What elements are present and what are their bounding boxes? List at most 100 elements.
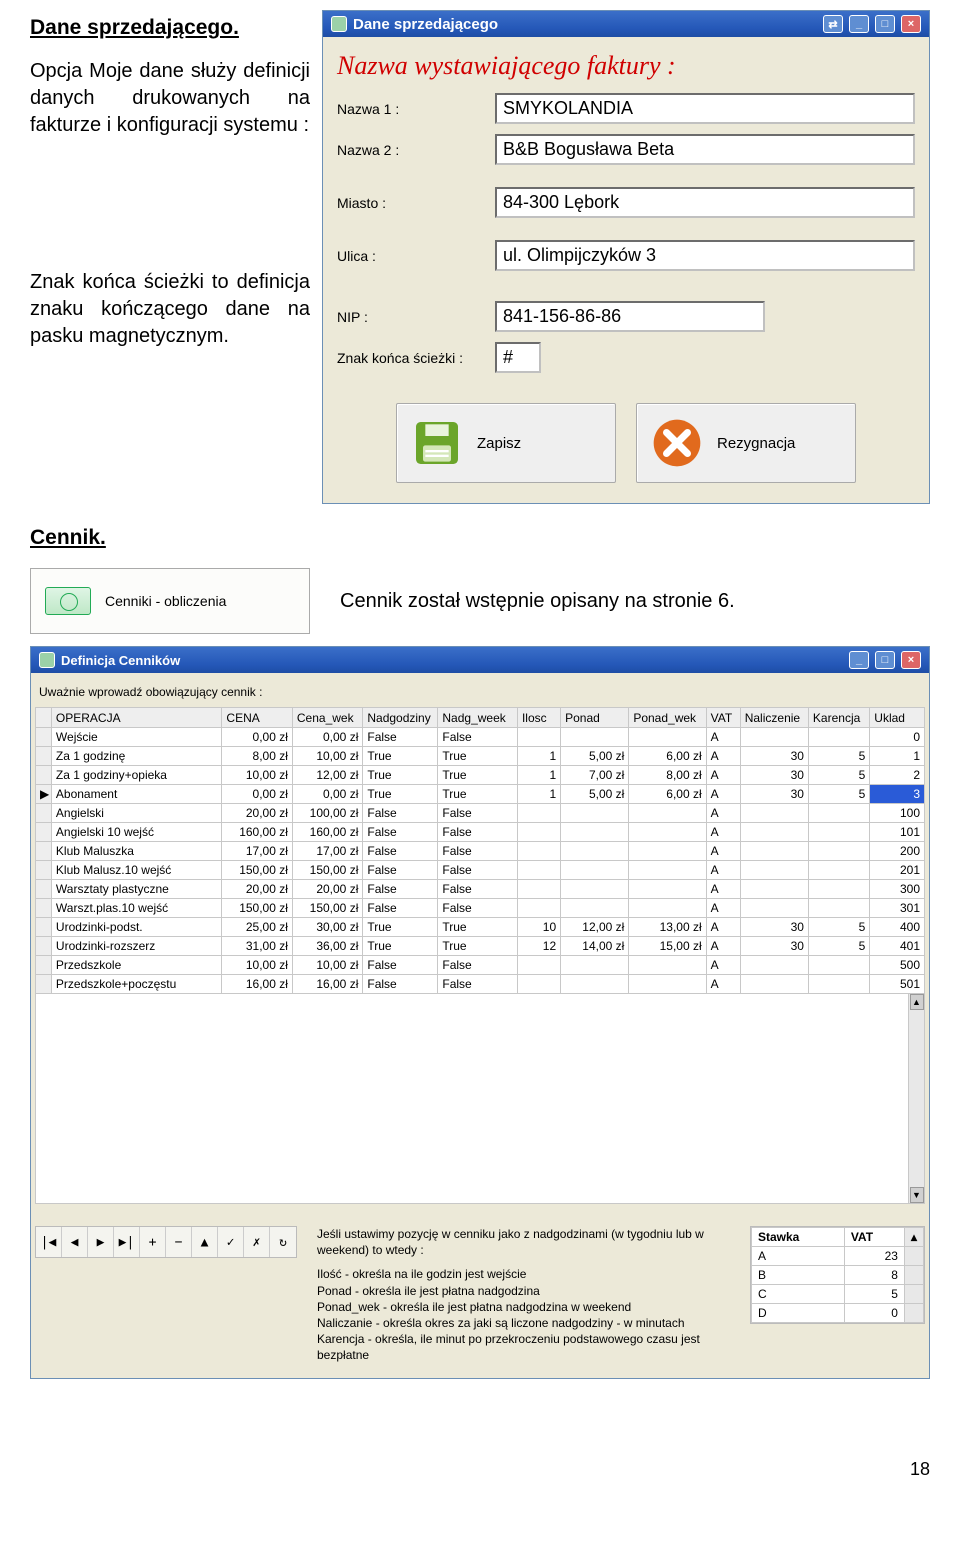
cell[interactable]: A xyxy=(706,880,740,899)
cell[interactable] xyxy=(561,804,629,823)
cell[interactable]: False xyxy=(438,804,518,823)
cell[interactable]: A xyxy=(706,975,740,994)
col-header[interactable]: VAT xyxy=(706,708,740,728)
cell[interactable]: Angielski 10 wejść xyxy=(51,823,222,842)
cell[interactable] xyxy=(36,747,52,766)
cell[interactable]: 150,00 zł xyxy=(222,861,292,880)
cell[interactable]: Angielski xyxy=(51,804,222,823)
table-row[interactable]: Przedszkole10,00 zł10,00 złFalseFalseA50… xyxy=(36,956,925,975)
cell[interactable] xyxy=(740,956,808,975)
cell[interactable]: False xyxy=(438,823,518,842)
cell[interactable]: False xyxy=(363,728,438,747)
cell[interactable] xyxy=(36,804,52,823)
cennik-button[interactable]: Cenniki - obliczenia xyxy=(30,568,310,634)
cell[interactable] xyxy=(561,728,629,747)
cell[interactable]: Przedszkole+poczęstu xyxy=(51,975,222,994)
input-nazwa1[interactable]: SMYKOLANDIA xyxy=(495,93,915,124)
cell[interactable]: 30 xyxy=(740,937,808,956)
cell[interactable]: A xyxy=(706,956,740,975)
close-icon[interactable]: × xyxy=(901,651,921,669)
cell[interactable] xyxy=(517,899,560,918)
cell[interactable] xyxy=(36,899,52,918)
cell[interactable]: 1 xyxy=(517,766,560,785)
cell[interactable]: A xyxy=(706,861,740,880)
nav-button[interactable]: ✓ xyxy=(218,1227,244,1257)
cell[interactable]: Za 1 godzinę xyxy=(51,747,222,766)
cell[interactable]: True xyxy=(438,766,518,785)
input-znak[interactable]: # xyxy=(495,342,541,373)
cell[interactable]: 5 xyxy=(808,766,869,785)
cell[interactable]: 0,00 zł xyxy=(292,728,362,747)
col-header[interactable]: Cena_wek xyxy=(292,708,362,728)
vat-row[interactable]: A23 xyxy=(752,1247,924,1266)
cell[interactable] xyxy=(561,956,629,975)
vat-cell[interactable]: B xyxy=(752,1266,845,1285)
cell[interactable]: False xyxy=(363,823,438,842)
cell[interactable]: 1 xyxy=(517,747,560,766)
zapisz-button[interactable]: Zapisz xyxy=(396,403,616,483)
cell[interactable]: 10,00 zł xyxy=(292,747,362,766)
cell[interactable] xyxy=(740,823,808,842)
cell[interactable]: False xyxy=(438,975,518,994)
cell[interactable]: A xyxy=(706,842,740,861)
cell[interactable]: ▶ xyxy=(36,785,52,804)
minimize-icon[interactable]: _ xyxy=(849,15,869,33)
cell[interactable]: Urodzinki-podst. xyxy=(51,918,222,937)
col-header[interactable]: Nadgodziny xyxy=(363,708,438,728)
cell[interactable] xyxy=(629,823,706,842)
cell[interactable] xyxy=(36,842,52,861)
col-header[interactable]: Nadg_week xyxy=(438,708,518,728)
cell[interactable]: 12 xyxy=(517,937,560,956)
cell[interactable]: 150,00 zł xyxy=(222,899,292,918)
cell[interactable] xyxy=(517,956,560,975)
nav-button[interactable]: ▲ xyxy=(192,1227,218,1257)
vat-row[interactable]: D0 xyxy=(752,1304,924,1323)
cell[interactable]: 401 xyxy=(870,937,925,956)
cell[interactable]: Klub Malusz.10 wejść xyxy=(51,861,222,880)
cell[interactable] xyxy=(740,728,808,747)
cell[interactable]: False xyxy=(363,956,438,975)
table-row[interactable]: Klub Maluszka17,00 zł17,00 złFalseFalseA… xyxy=(36,842,925,861)
cell[interactable]: Za 1 godziny+opieka xyxy=(51,766,222,785)
cell[interactable]: False xyxy=(363,899,438,918)
cell[interactable]: 300 xyxy=(870,880,925,899)
cell[interactable]: False xyxy=(363,804,438,823)
vat-cell[interactable]: 0 xyxy=(844,1304,904,1323)
col-header[interactable]: OPERACJA xyxy=(51,708,222,728)
cell[interactable] xyxy=(808,728,869,747)
scroll-down-icon[interactable]: ▼ xyxy=(910,1187,924,1203)
cell[interactable] xyxy=(36,956,52,975)
vat-cell[interactable]: 5 xyxy=(844,1285,904,1304)
cell[interactable]: 160,00 zł xyxy=(292,823,362,842)
cell[interactable] xyxy=(517,728,560,747)
cell[interactable]: A xyxy=(706,804,740,823)
cell[interactable] xyxy=(561,861,629,880)
nav-button[interactable]: ↻ xyxy=(270,1227,296,1257)
cell[interactable]: 5 xyxy=(808,785,869,804)
cell[interactable] xyxy=(517,804,560,823)
table-row[interactable]: Klub Malusz.10 wejść150,00 zł150,00 złFa… xyxy=(36,861,925,880)
nav-button[interactable]: ▶| xyxy=(114,1227,140,1257)
cell[interactable]: Urodzinki-rozszerz xyxy=(51,937,222,956)
cell[interactable] xyxy=(740,861,808,880)
vat-row[interactable]: B8 xyxy=(752,1266,924,1285)
cell[interactable]: Klub Maluszka xyxy=(51,842,222,861)
cell[interactable]: False xyxy=(438,880,518,899)
cell[interactable]: 30 xyxy=(740,747,808,766)
table-row[interactable]: Za 1 godziny+opieka10,00 zł12,00 złTrueT… xyxy=(36,766,925,785)
cell[interactable]: A xyxy=(706,747,740,766)
table-row[interactable]: Wejście0,00 zł0,00 złFalseFalseA0 xyxy=(36,728,925,747)
cell[interactable] xyxy=(629,956,706,975)
table-row[interactable]: Warsztaty plastyczne20,00 zł20,00 złFals… xyxy=(36,880,925,899)
cell[interactable]: 17,00 zł xyxy=(292,842,362,861)
cell[interactable] xyxy=(629,728,706,747)
cell[interactable]: True xyxy=(438,785,518,804)
cell[interactable]: False xyxy=(363,975,438,994)
cell[interactable]: A xyxy=(706,785,740,804)
cell[interactable]: 17,00 zł xyxy=(222,842,292,861)
cell[interactable]: 2 xyxy=(870,766,925,785)
cell[interactable] xyxy=(36,937,52,956)
cell[interactable]: 20,00 zł xyxy=(292,880,362,899)
nav-button[interactable]: − xyxy=(166,1227,192,1257)
cell[interactable] xyxy=(740,899,808,918)
